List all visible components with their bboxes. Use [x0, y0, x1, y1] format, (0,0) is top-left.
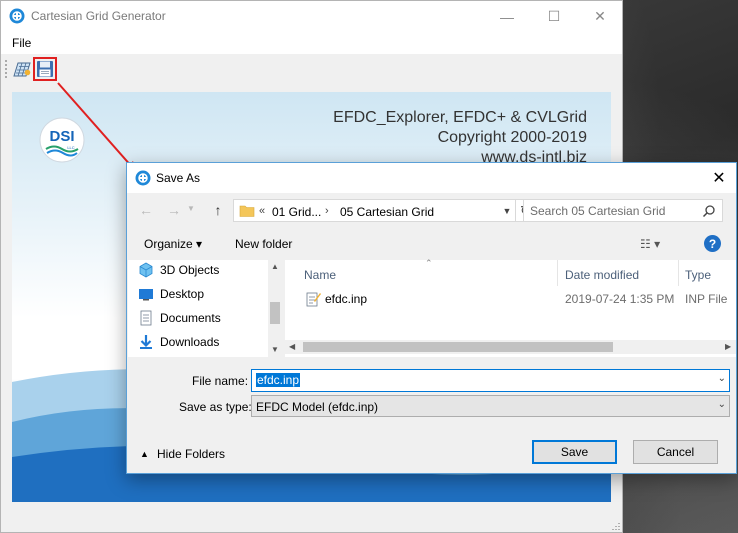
column-divider[interactable] [678, 260, 679, 286]
chevron-down-icon[interactable]: ⌄ [718, 373, 726, 384]
save-as-type-value: EFDC Model (efdc.inp) [256, 400, 379, 414]
organize-button[interactable]: Organize ▾ [144, 237, 202, 251]
nav-item-label: Documents [160, 311, 221, 325]
nav-item-downloads[interactable]: Downloads [140, 332, 220, 352]
up-folder-button[interactable]: ↑ [207, 199, 229, 221]
app-icon [9, 8, 25, 24]
downloads-icon [140, 335, 152, 349]
resize-grip[interactable] [609, 521, 621, 531]
nav-item-label: 3D Objects [160, 263, 220, 277]
main-titlebar: Cartesian Grid Generator — ☐ ✕ [1, 1, 622, 32]
column-divider[interactable] [557, 260, 558, 286]
chevron-down-icon[interactable]: ⌄ [718, 399, 726, 410]
file-edit-icon [306, 292, 321, 307]
menu-file[interactable]: File [12, 36, 31, 50]
new-folder-button[interactable]: New folder [235, 237, 292, 251]
file-name-input[interactable]: efdc.inp [256, 373, 301, 387]
address-bar[interactable]: « 01 Grid... › 05 Cartesian Grid ▼ [233, 199, 516, 222]
breadcrumb-grid[interactable]: 01 Grid... [272, 205, 321, 219]
recent-locations-chevron-icon[interactable]: ▼ [187, 204, 195, 213]
file-list-pane: ⌃ Name Date modified Type efdc.inp 2019-… [285, 258, 736, 357]
close-button[interactable]: ✕ [577, 1, 623, 32]
file-name-label: File name: [192, 374, 249, 388]
breadcrumb-cartesian-grid[interactable]: 05 Cartesian Grid [340, 205, 434, 219]
toolbar-grip[interactable] [5, 60, 7, 78]
nav-item-label: Desktop [160, 287, 205, 301]
dialog-title: Save As [156, 171, 201, 185]
floppy-disk-icon [37, 61, 53, 77]
nav-pane-scrollbar[interactable]: ▲ ▼ [268, 260, 282, 357]
scrollbar-thumb[interactable] [303, 342, 613, 352]
scroll-right-arrow-icon[interactable]: ▶ [725, 342, 731, 351]
dialog-close-button[interactable]: ✕ [702, 163, 736, 193]
search-box[interactable]: Search 05 Cartesian Grid [523, 199, 723, 222]
sort-indicator-icon: ⌃ [425, 258, 433, 268]
column-header-type[interactable]: Type [685, 268, 711, 282]
file-name-field[interactable]: efdc.inp ⌄ [251, 369, 730, 392]
forward-button[interactable]: → [163, 199, 185, 221]
file-list-hscrollbar[interactable]: ◀ ▶ [285, 340, 736, 354]
column-header-name[interactable]: Name [304, 268, 336, 282]
file-type: INP File [685, 292, 728, 306]
toolbar [1, 54, 622, 85]
save-as-dialog: Save As ✕ ← → ▼ ↑ « 01 Grid... › 05 Cart… [126, 162, 737, 474]
maximize-button[interactable]: ☐ [531, 1, 577, 32]
help-button[interactable]: ? [704, 235, 721, 252]
desktop-icon [139, 289, 153, 301]
dialog-titlebar: Save As ✕ [127, 163, 736, 193]
scroll-up-arrow-icon[interactable]: ▲ [271, 262, 279, 271]
search-input[interactable]: Search 05 Cartesian Grid [530, 204, 665, 218]
app-icon [135, 170, 151, 186]
file-name: efdc.inp [325, 292, 368, 306]
documents-icon [140, 310, 152, 326]
chevron-down-icon[interactable]: ▼ [498, 200, 516, 221]
svg-text:DSI: DSI [49, 128, 74, 145]
column-header-date-modified[interactable]: Date modified [565, 268, 639, 282]
save-as-type-label: Save as type: [179, 400, 252, 414]
dsi-logo: DSI LLC [39, 117, 85, 163]
menu-bar: File [1, 32, 622, 54]
scrollbar-thumb[interactable] [270, 302, 280, 324]
window-title: Cartesian Grid Generator [31, 9, 166, 23]
save-toolbar-button[interactable] [33, 57, 57, 81]
nav-item-documents[interactable]: Documents [140, 308, 221, 328]
breadcrumb-overflow[interactable]: « [259, 205, 265, 217]
save-button[interactable]: Save [532, 440, 617, 464]
navigation-pane: 3D Objects Desktop Documents Downloads ▲ [128, 260, 282, 357]
nav-item-desktop[interactable]: Desktop [139, 284, 205, 304]
file-date-modified: 2019-07-24 1:35 PM [565, 292, 675, 306]
search-icon[interactable] [702, 204, 716, 218]
scroll-down-arrow-icon[interactable]: ▼ [271, 345, 279, 354]
file-row[interactable]: efdc.inp 2019-07-24 1:35 PM INP File [285, 288, 736, 310]
breadcrumb-separator[interactable]: › [325, 205, 329, 217]
hide-folders-label: Hide Folders [157, 447, 226, 461]
cancel-button[interactable]: Cancel [633, 440, 718, 464]
chevron-up-icon: ▲ [140, 449, 149, 459]
change-view-button[interactable]: ☷ ▾ [640, 237, 660, 251]
nav-item-label: Downloads [160, 335, 220, 349]
back-button[interactable]: ← [135, 199, 157, 221]
svg-text:LLC: LLC [67, 145, 74, 150]
nav-item-3d-objects[interactable]: 3D Objects [139, 260, 220, 280]
splash-product-line: EFDC_Explorer, EFDC+ & CVLGrid [333, 109, 587, 126]
3d-objects-icon [139, 262, 153, 278]
grid-icon[interactable] [12, 60, 32, 78]
folder-icon [239, 205, 255, 217]
minimize-button[interactable]: — [484, 1, 530, 32]
command-bar: Organize ▾ New folder ☷ ▾ ? [127, 229, 736, 259]
splash-copyright: Copyright 2000-2019 [437, 129, 587, 146]
save-as-type-select[interactable]: EFDC Model (efdc.inp) ⌄ [251, 395, 730, 417]
scroll-left-arrow-icon[interactable]: ◀ [289, 342, 295, 351]
